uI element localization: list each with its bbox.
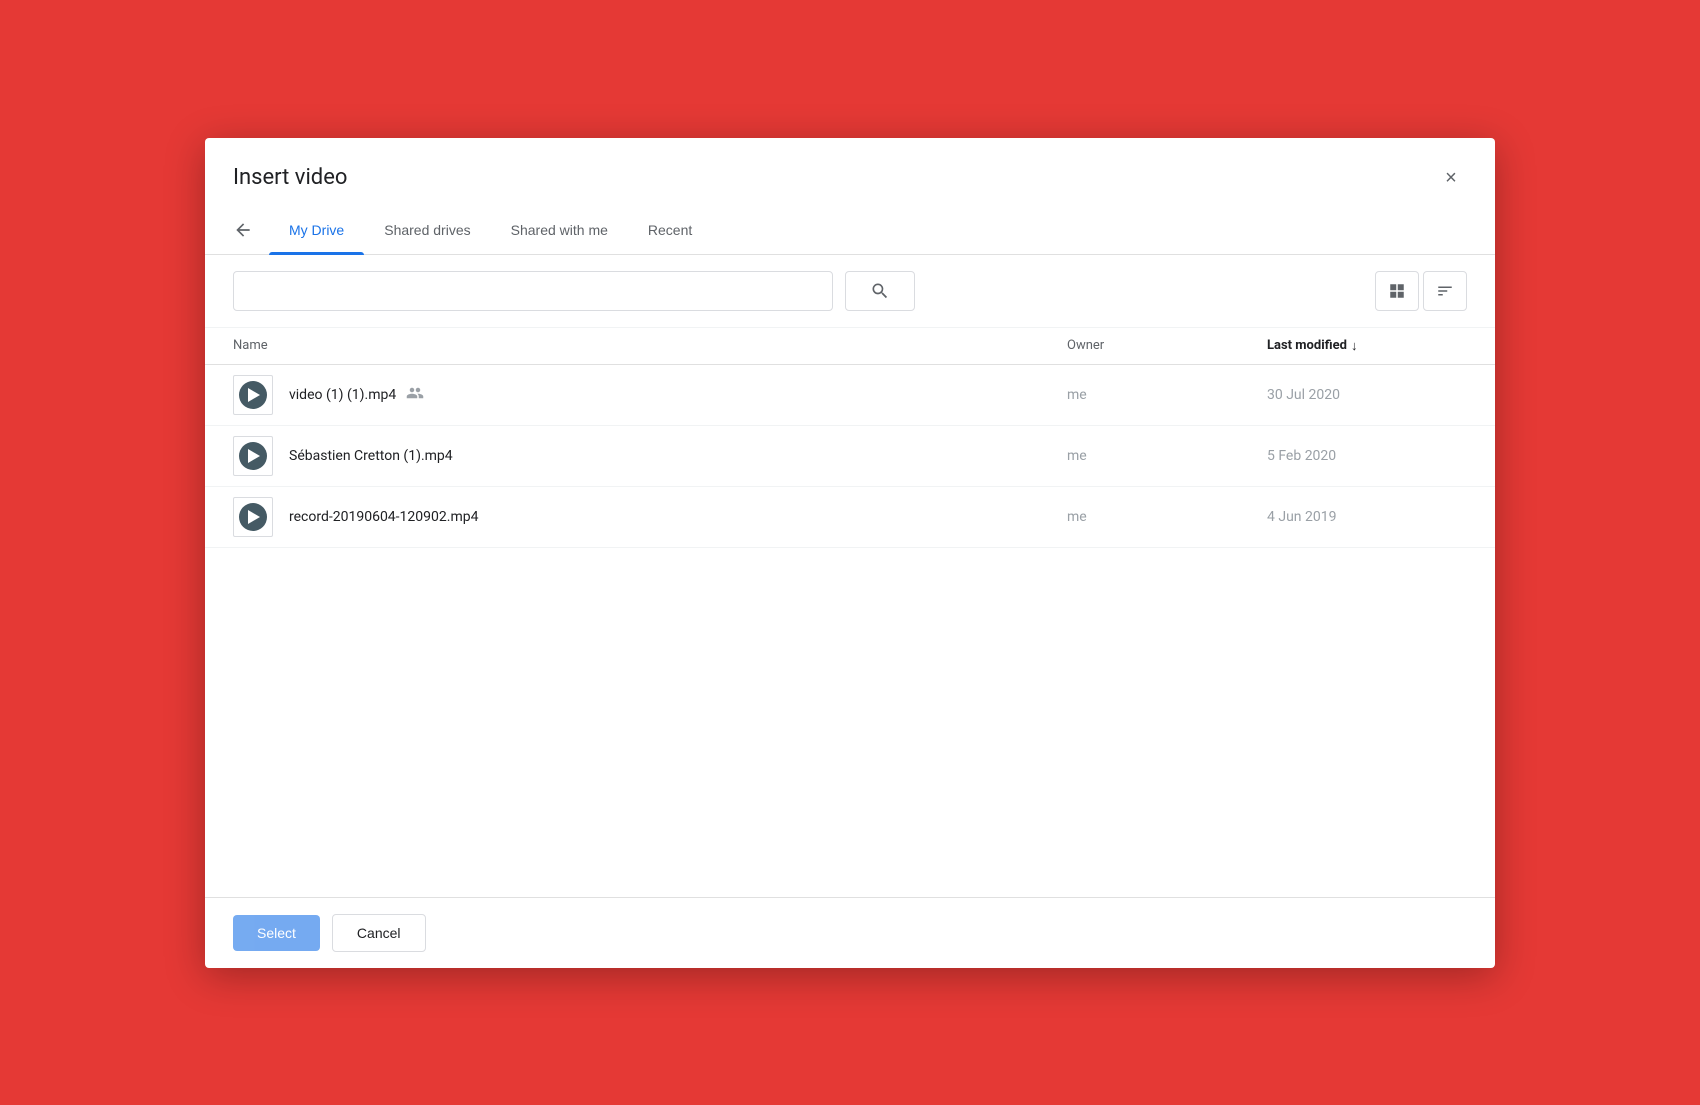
file-icon [233, 436, 273, 476]
play-circle-icon [239, 442, 267, 470]
file-owner: me [1067, 509, 1267, 525]
insert-video-dialog: Insert video × My Drive Shared drives Sh… [205, 138, 1495, 968]
tab-shared-with-me[interactable]: Shared with me [491, 206, 628, 254]
search-button[interactable] [845, 271, 915, 311]
close-button[interactable]: × [1435, 162, 1467, 194]
tab-shared-drives[interactable]: Shared drives [364, 206, 490, 254]
search-input[interactable] [234, 283, 832, 299]
col-modified-header[interactable]: Last modified ↓ [1267, 338, 1467, 354]
dialog-header: Insert video × [205, 138, 1495, 206]
file-owner: me [1067, 387, 1267, 403]
search-input-wrap [233, 271, 833, 311]
file-name-wrap: Sébastien Cretton (1).mp4 [289, 448, 1067, 464]
file-name: record-20190604-120902.mp4 [289, 509, 478, 525]
cancel-button[interactable]: Cancel [332, 914, 426, 952]
tabs-row: My Drive Shared drives Shared with me Re… [205, 206, 1495, 255]
table-row[interactable]: record-20190604-120902.mp4 me 4 Jun 2019 [205, 487, 1495, 548]
back-button[interactable] [233, 212, 265, 248]
file-name: video (1) (1).mp4 [289, 387, 396, 403]
tab-my-drive[interactable]: My Drive [269, 206, 364, 254]
file-owner: me [1067, 448, 1267, 464]
file-modified: 4 Jun 2019 [1267, 509, 1467, 525]
view-controls [1375, 271, 1467, 311]
file-name: Sébastien Cretton (1).mp4 [289, 448, 453, 464]
file-modified: 5 Feb 2020 [1267, 448, 1467, 464]
play-circle-icon [239, 503, 267, 531]
shared-icon [406, 384, 424, 406]
play-triangle-icon [248, 510, 260, 524]
tab-recent[interactable]: Recent [628, 206, 712, 254]
table-row[interactable]: Sébastien Cretton (1).mp4 me 5 Feb 2020 [205, 426, 1495, 487]
grid-view-button[interactable] [1375, 271, 1419, 311]
play-circle-icon [239, 381, 267, 409]
file-icon [233, 497, 273, 537]
search-row [205, 255, 1495, 328]
sort-button[interactable] [1423, 271, 1467, 311]
table-header: Name Owner Last modified ↓ [205, 328, 1495, 365]
play-triangle-icon [248, 449, 260, 463]
col-owner-header: Owner [1067, 338, 1267, 353]
col-name-header: Name [233, 338, 1067, 353]
file-name-wrap: record-20190604-120902.mp4 [289, 509, 1067, 525]
dialog-footer: Select Cancel [205, 897, 1495, 968]
file-name-wrap: video (1) (1).mp4 [289, 384, 1067, 406]
file-modified: 30 Jul 2020 [1267, 387, 1467, 403]
file-list: Name Owner Last modified ↓ video (1) (1)… [205, 328, 1495, 897]
file-icon [233, 375, 273, 415]
select-button[interactable]: Select [233, 915, 320, 951]
play-triangle-icon [248, 388, 260, 402]
table-row[interactable]: video (1) (1).mp4 me 30 Jul 2020 [205, 365, 1495, 426]
dialog-title: Insert video [233, 165, 347, 190]
